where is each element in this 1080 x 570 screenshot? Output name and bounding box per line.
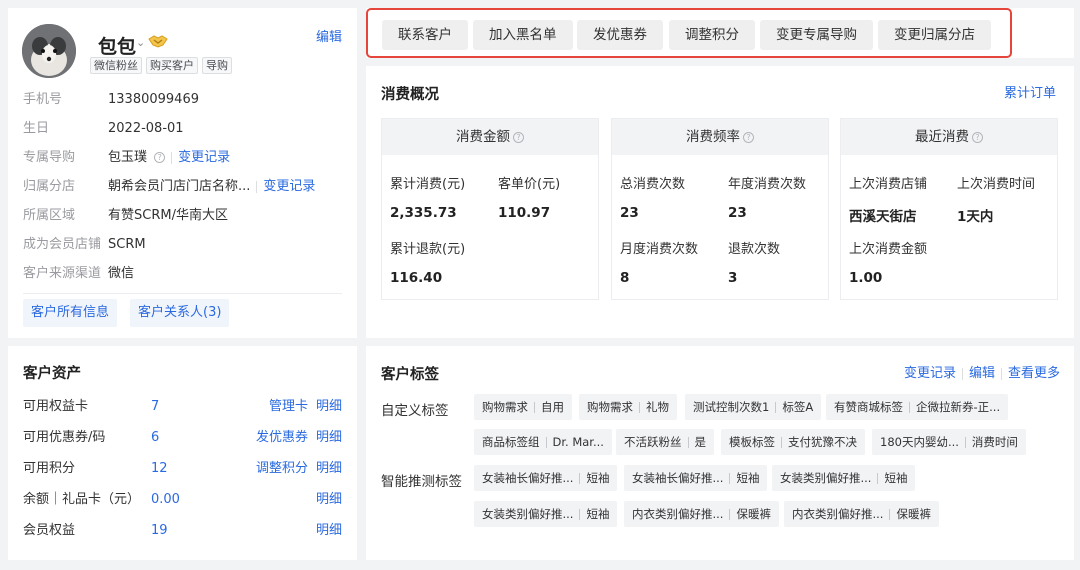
asset-row-member-benefits: 会员权益 19 明细 xyxy=(23,523,342,538)
custom-tag[interactable]: 180天内婴幼... 消费时间 xyxy=(872,429,1026,455)
change-store-button[interactable]: 变更归属分店 xyxy=(878,20,991,50)
consumption-overview-card: 消费概况 累计订单 消费金额? 累计消费(元) 2,335.73 客单价(元) … xyxy=(366,66,1074,338)
identity-tag: 购买客户 xyxy=(146,57,198,74)
manage-cards-link[interactable]: 管理卡 xyxy=(269,399,308,414)
smart-tag[interactable]: 女装袖长偏好推... 短袖 xyxy=(624,465,768,491)
customer-tags-card: 客户标签 变更记录 编辑 查看更多 自定义标签 智能推测标签 购物需求 自用 购物需求… xyxy=(366,346,1074,560)
tags-title: 客户标签 xyxy=(381,367,439,383)
custom-tag[interactable]: 模板标签 支付犹豫不决 xyxy=(721,429,865,455)
cumulative-orders-link[interactable]: 累计订单 xyxy=(1004,82,1056,101)
tags-view-more-link[interactable]: 查看更多 xyxy=(1008,366,1060,381)
metric-cell: 累计退款(元) 116.40 xyxy=(390,242,466,286)
adjust-points-link[interactable]: 调整积分 xyxy=(256,461,308,476)
custom-tag[interactable]: 商品标签组 Dr. Mar... xyxy=(474,429,612,455)
smart-tags-label: 智能推测标签 xyxy=(381,474,462,490)
customer-identity-tags: 微信粉丝 购买客户 导购 xyxy=(90,57,232,74)
identity-tag: 导购 xyxy=(202,57,232,74)
contact-customer-button[interactable]: 联系客户 xyxy=(382,20,468,50)
asset-row-coupons: 可用优惠券/码 6 发优惠券 明细 xyxy=(23,430,342,445)
change-guide-button[interactable]: 变更专属导购 xyxy=(760,20,873,50)
metric-cell: 上次消费时间 1天内 xyxy=(957,177,1036,225)
chevron-down-icon[interactable]: ⌄ xyxy=(136,36,145,49)
handshake-icon xyxy=(148,32,168,50)
metric-cell: 总消费次数 23 xyxy=(620,177,686,221)
metric-cell: 上次消费店铺 西溪天街店 xyxy=(849,177,928,225)
guide-change-log-link[interactable]: 变更记录 xyxy=(178,150,230,165)
detail-link[interactable]: 明细 xyxy=(316,399,342,414)
tags-actions: 变更记录 编辑 查看更多 xyxy=(904,362,1060,381)
metric-cell: 月度消费次数 8 xyxy=(620,242,699,286)
divider xyxy=(23,293,342,294)
custom-tags-label: 自定义标签 xyxy=(381,403,449,419)
metric-cell: 退款次数 3 xyxy=(728,242,781,286)
custom-tag[interactable]: 有赞商城标签 企微拉新券-正... xyxy=(826,394,1009,420)
action-highlight-frame: 联系客户 加入黑名单 发优惠券 调整积分 变更专属导购 变更归属分店 xyxy=(366,8,1012,58)
consumption-title: 消费概况 xyxy=(381,87,439,103)
custom-tag[interactable]: 不活跃粉丝是 xyxy=(616,429,714,455)
smart-tag[interactable]: 女装袖长偏好推... 短袖 xyxy=(474,465,618,491)
metric-box-recent: 最近消费? 上次消费店铺 西溪天街店 上次消费时间 1天内 上次消费金额 1.0… xyxy=(840,118,1058,300)
action-bar: 联系客户 加入黑名单 发优惠券 调整积分 变更专属导购 变更归属分店 xyxy=(366,8,1074,58)
metric-box-frequency: 消费频率? 总消费次数 23 年度消费次数 23 月度消费次数 8 退款次数 3 xyxy=(611,118,829,300)
store-change-log-link[interactable]: 变更记录 xyxy=(263,179,315,194)
metric-cell: 客单价(元) 110.97 xyxy=(498,177,561,221)
help-icon[interactable]: ? xyxy=(513,131,524,143)
smart-tag[interactable]: 内衣类别偏好推... 保暖裤 xyxy=(784,501,939,527)
asset-row-balance: 余额｜礼品卡（元） 0.00 明细 xyxy=(23,492,342,507)
custom-tag[interactable]: 购物需求 礼物 xyxy=(579,394,677,420)
metric-cell: 累计消费(元) 2,335.73 xyxy=(390,177,466,221)
custom-tag[interactable]: 购物需求 自用 xyxy=(474,394,572,420)
send-coupon-button[interactable]: 发优惠券 xyxy=(577,20,663,50)
help-icon[interactable]: ? xyxy=(972,131,983,143)
add-blacklist-button[interactable]: 加入黑名单 xyxy=(473,20,573,50)
identity-tag: 微信粉丝 xyxy=(90,57,142,74)
asset-row-benefit-cards: 可用权益卡 7 管理卡 明细 xyxy=(23,399,342,414)
smart-tag[interactable]: 女装类别偏好推... 短袖 xyxy=(772,465,916,491)
customer-avatar xyxy=(22,24,76,78)
metric-cell: 上次消费金额 1.00 xyxy=(849,242,928,286)
help-icon[interactable]: ? xyxy=(154,152,166,163)
send-coupon-link[interactable]: 发优惠券 xyxy=(256,430,308,445)
customer-name: 包包 xyxy=(98,36,137,58)
tags-change-log-link[interactable]: 变更记录 xyxy=(904,366,956,381)
customer-assets-card: 客户资产 可用权益卡 7 管理卡 明细 可用优惠券/码 6 发优惠券 明细 可用积分… xyxy=(8,346,357,560)
adjust-points-button[interactable]: 调整积分 xyxy=(669,20,755,50)
metric-cell: 年度消费次数 23 xyxy=(728,177,807,221)
all-customer-info-button[interactable]: 客户所有信息 xyxy=(23,299,118,327)
smart-tag[interactable]: 女装类别偏好推... 短袖 xyxy=(474,501,618,527)
smart-tag[interactable]: 内衣类别偏好推... 保暖裤 xyxy=(624,501,779,527)
detail-link[interactable]: 明细 xyxy=(316,492,342,507)
customer-contacts-button[interactable]: 客户关系人(3) xyxy=(130,299,230,327)
detail-link[interactable]: 明细 xyxy=(316,523,342,538)
assets-title: 客户资产 xyxy=(23,366,81,382)
help-icon[interactable]: ? xyxy=(743,131,754,143)
edit-profile-link[interactable]: 编辑 xyxy=(316,26,342,45)
metric-box-amount: 消费金额? 累计消费(元) 2,335.73 客单价(元) 110.97 累计退… xyxy=(381,118,599,300)
custom-tag[interactable]: 测试控制次数1 标签A xyxy=(685,394,822,420)
detail-link[interactable]: 明细 xyxy=(316,430,342,445)
asset-row-points: 可用积分 12 调整积分 明细 xyxy=(23,461,342,476)
tags-edit-link[interactable]: 编辑 xyxy=(969,366,995,381)
detail-link[interactable]: 明细 xyxy=(316,461,342,476)
customer-profile-card: 包包 ⌄ 编辑 微信粉丝 购买客户 导购 手机号 13380099469 生日 … xyxy=(8,8,357,338)
